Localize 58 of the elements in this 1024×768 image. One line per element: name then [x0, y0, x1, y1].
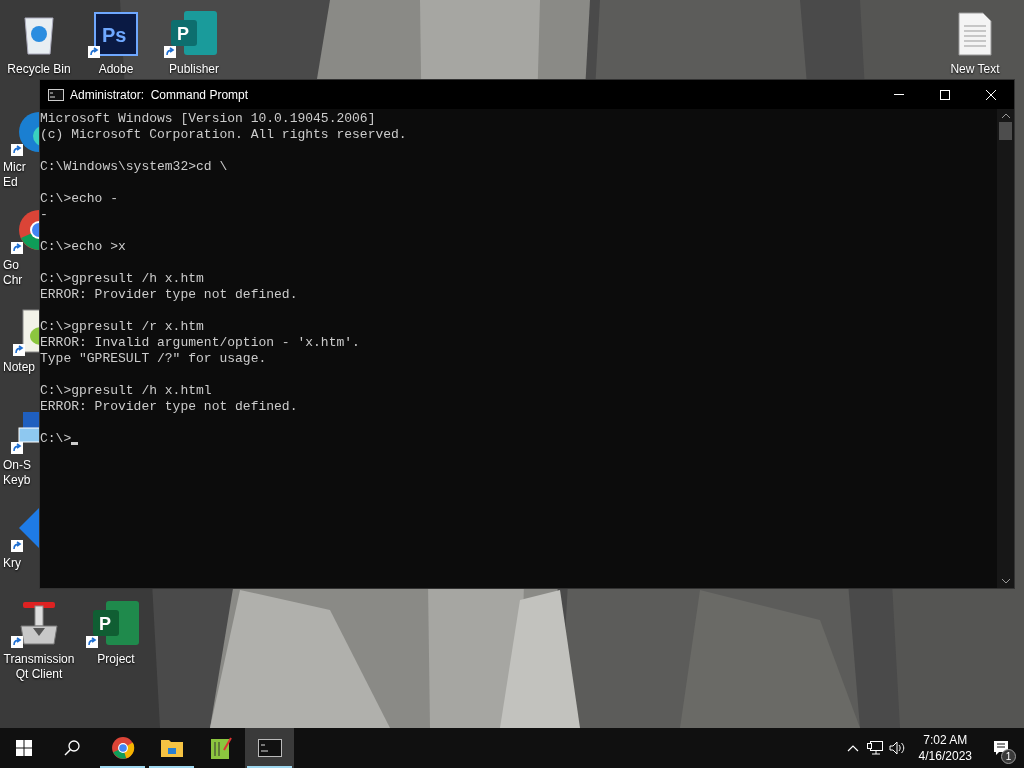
icon-label[interactable]: Micr: [3, 160, 26, 175]
console-line: C:\Windows\system32>cd \: [40, 159, 228, 175]
clock[interactable]: 7:02 AM 4/16/2023: [912, 732, 978, 764]
icon-label[interactable]: Kry: [3, 556, 21, 571]
running-indicator: [247, 766, 292, 768]
search-icon: [64, 740, 80, 756]
window-title: Administrator: Command Prompt: [70, 86, 249, 104]
text-cursor: [71, 442, 79, 445]
console-line: -: [40, 207, 48, 223]
folder-icon: [159, 738, 184, 758]
icon-label[interactable]: Qt Client: [15, 667, 63, 682]
console-line: C:\>gpresult /h x.html: [40, 383, 212, 399]
scrollbar-thumb[interactable]: [999, 122, 1012, 140]
icon-label[interactable]: Keyb: [3, 473, 31, 488]
close-icon: [986, 89, 996, 100]
icon-label[interactable]: Adobe: [98, 62, 134, 77]
icon-label[interactable]: Ed: [3, 175, 18, 190]
icon-label[interactable]: Recycle Bin: [7, 62, 71, 77]
console-line: C:\>gpresult /h x.htm: [40, 271, 204, 287]
icon-label[interactable]: Transmission: [3, 652, 75, 667]
icon-label[interactable]: Chr: [3, 273, 23, 288]
chrome-icon: [110, 736, 135, 760]
taskbar-app-button[interactable]: [245, 728, 294, 768]
speaker-icon[interactable]: [888, 741, 905, 755]
notification-button[interactable]: 1: [978, 728, 1024, 768]
icon-label[interactable]: Project: [97, 652, 135, 667]
running-indicator: [100, 766, 145, 768]
console-line: C:\>: [40, 431, 72, 447]
chevron-up-icon[interactable]: [846, 744, 859, 752]
console-line: ERROR: Provider type not defined.: [40, 399, 298, 415]
console-line: C:\>gpresult /r x.htm: [40, 319, 204, 335]
console-line: Type "GPRESULT /?" for usage.: [40, 351, 267, 367]
console-line: (c) Microsoft Corporation. All rights reserved.: [40, 127, 407, 143]
photoshop-icon: Ps: [94, 12, 138, 56]
scroll-down-icon: [1001, 579, 1010, 584]
console-icon: [48, 88, 64, 101]
notepad-icon: [209, 736, 232, 760]
console-line: ERROR: Provider type not defined.: [40, 287, 298, 303]
console-line: ERROR: Invalid argument/option - 'x.htm'.: [40, 335, 360, 351]
running-indicator: [149, 766, 194, 768]
icon-label[interactable]: Notep: [3, 360, 36, 375]
windows-logo-icon: [16, 740, 32, 756]
network-icon[interactable]: [866, 741, 883, 755]
icon-label[interactable]: Go: [3, 258, 19, 273]
minimize-icon: [894, 94, 904, 95]
console-line: C:\>echo >x: [40, 239, 126, 255]
notepad-icon: [19, 308, 39, 354]
notification-count: 1: [1001, 749, 1016, 764]
transmission-icon: [17, 600, 61, 646]
maximize-icon: [940, 89, 950, 100]
text-file-icon: [958, 12, 992, 56]
console-icon: [257, 739, 282, 757]
console-line: Microsoft Windows [Version 10.0.19045.2006]: [40, 111, 376, 127]
icon-label[interactable]: Publisher: [169, 62, 219, 77]
scroll-up-icon: [1001, 113, 1010, 118]
console-line: C:\>echo -: [40, 191, 118, 207]
icon-label[interactable]: On-S: [3, 458, 31, 473]
icon-label[interactable]: New Text: [950, 62, 1000, 77]
